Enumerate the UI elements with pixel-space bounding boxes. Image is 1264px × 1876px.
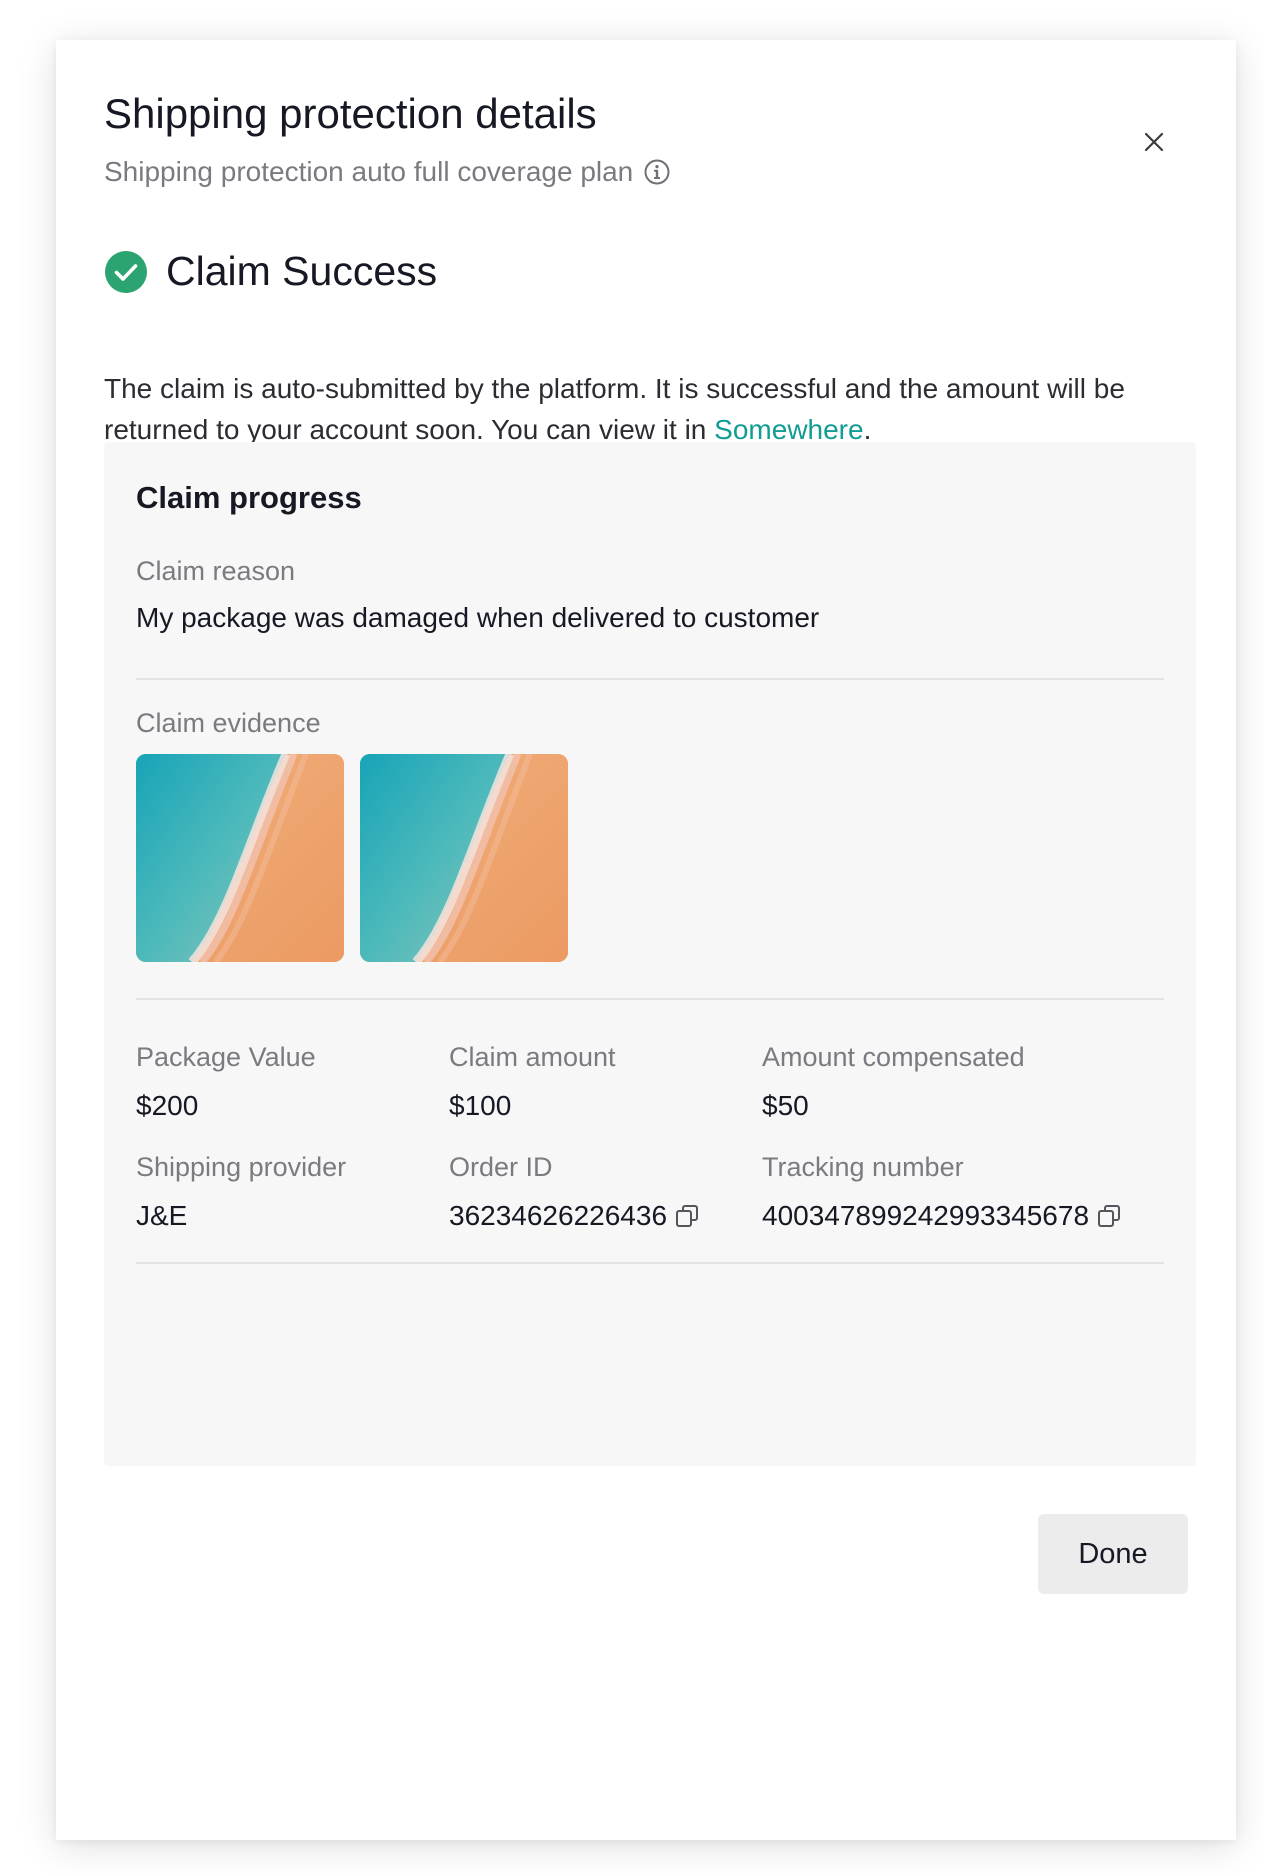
package-value: $200: [136, 1090, 199, 1121]
claim-status-title: Claim Success: [166, 248, 438, 294]
evidence-image-2[interactable]: [360, 754, 568, 962]
order-id-label: Order ID: [449, 1152, 553, 1182]
order-id: 36234626226436: [449, 1200, 668, 1231]
claim-evidence-label: Claim evidence: [136, 708, 321, 738]
shipping-provider-cell: Shipping provider J&E: [136, 1142, 449, 1252]
divider: [136, 678, 1164, 680]
claim-progress-title: Claim progress: [136, 480, 362, 515]
evidence-image-1[interactable]: [136, 754, 344, 962]
close-button[interactable]: [1134, 124, 1174, 164]
modal-subtitle: Shipping protection auto full coverage p…: [104, 156, 671, 188]
copy-icon[interactable]: [1095, 1202, 1123, 1230]
claim-reason-value: My package was damaged when delivered to…: [136, 602, 820, 633]
order-id-cell: Order ID 36234626226436: [449, 1142, 762, 1252]
package-value-label: Package Value: [136, 1042, 316, 1072]
order-id-row: 36234626226436: [449, 1200, 701, 1232]
claim-description-text: The claim is auto-submitted by the platf…: [104, 373, 1125, 445]
tracking-number-row: 400347899242993345678: [762, 1200, 1123, 1232]
divider: [136, 998, 1164, 1000]
claim-amount-label: Claim amount: [449, 1042, 616, 1072]
amount-compensated-cell: Amount compensated $50: [762, 1032, 1164, 1142]
amount-compensated: $50: [762, 1090, 809, 1121]
amount-compensated-label: Amount compensated: [762, 1042, 1025, 1072]
copy-icon[interactable]: [673, 1202, 701, 1230]
claim-details-grid: Package Value $200 Claim amount $100 Amo…: [136, 1032, 1164, 1252]
check-circle-icon: [104, 250, 148, 294]
done-button[interactable]: Done: [1038, 1514, 1188, 1594]
claim-status: Claim Success: [104, 248, 437, 295]
shipping-protection-modal: Shipping protection details Shipping pro…: [56, 40, 1236, 1840]
package-value-cell: Package Value $200: [136, 1032, 449, 1142]
close-icon: [1142, 130, 1166, 159]
modal-title: Shipping protection details: [104, 90, 597, 137]
tracking-number-label: Tracking number: [762, 1152, 964, 1182]
coverage-plan-label: Shipping protection auto full coverage p…: [104, 156, 634, 187]
claim-description: The claim is auto-submitted by the platf…: [104, 368, 1194, 450]
tracking-number-cell: Tracking number 400347899242993345678: [762, 1142, 1164, 1252]
page-background: Shipping protection details Shipping pro…: [0, 0, 1264, 1876]
claim-progress-panel: Claim progress Claim reason My package w…: [104, 442, 1196, 1466]
evidence-thumbnails: [136, 754, 568, 962]
claim-description-end: .: [863, 414, 872, 445]
claim-amount-cell: Claim amount $100: [449, 1032, 762, 1142]
claim-reason-label: Claim reason: [136, 556, 296, 586]
somewhere-link[interactable]: Somewhere: [714, 414, 863, 445]
shipping-provider-label: Shipping provider: [136, 1152, 347, 1182]
tracking-number: 400347899242993345678: [762, 1200, 1090, 1231]
shipping-provider: J&E: [136, 1200, 188, 1231]
claim-amount: $100: [449, 1090, 512, 1121]
info-icon[interactable]: [643, 158, 671, 186]
divider: [136, 1262, 1164, 1264]
